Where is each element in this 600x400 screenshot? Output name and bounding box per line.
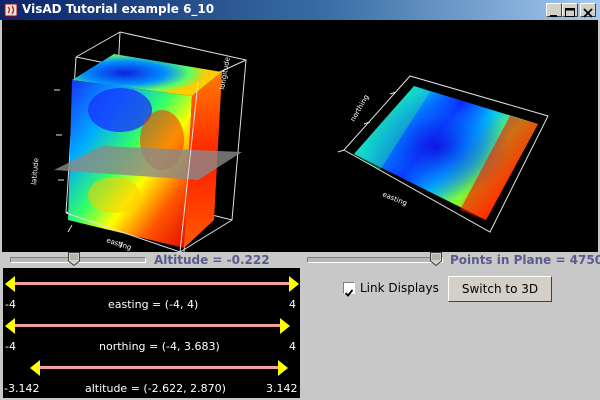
northing-range-bar [9, 324, 285, 327]
easting-min-label: -4 [5, 298, 16, 311]
axis-label-latitude: latitude [30, 158, 40, 185]
northing-min-label: -4 [5, 340, 16, 353]
axis-label-northing: northing [349, 93, 371, 123]
easting-range-bar [9, 282, 293, 285]
easting-low-handle[interactable] [5, 276, 15, 292]
minimize-icon [550, 15, 557, 17]
altitude-min-label: -3.142 [4, 382, 40, 395]
northing-range-slider[interactable] [3, 318, 300, 334]
altitude-high-handle[interactable] [278, 360, 288, 376]
easting-range-slider[interactable] [3, 276, 300, 292]
close-icon [583, 8, 593, 18]
display-2d-scene: northing easting [337, 75, 549, 233]
northing-high-handle[interactable] [280, 318, 290, 334]
altitude-low-handle[interactable] [30, 360, 40, 376]
easting-range-label: easting = (-4, 4) [108, 298, 199, 311]
easting-high-handle[interactable] [289, 276, 299, 292]
easting-max-label: 4 [289, 298, 296, 311]
altitude-value-label: Altitude = -0.222 [154, 253, 270, 267]
altitude-range-bar [35, 366, 283, 369]
maximize-icon [565, 8, 575, 17]
display-3d-scene: latitude easting longitude [30, 31, 247, 252]
altitude-max-label: 3.142 [266, 382, 298, 395]
altitude-slider-thumb[interactable] [68, 252, 80, 266]
northing-max-label: 4 [289, 340, 296, 353]
altitude-range-label: altitude = (-2.622, 2.870) [85, 382, 226, 395]
checkmark-icon [344, 289, 354, 297]
points-slider-thumb[interactable] [430, 252, 442, 266]
northing-low-handle[interactable] [5, 318, 15, 334]
switch-to-3d-button[interactable]: Switch to 3D [448, 276, 552, 302]
altitude-range-slider[interactable] [3, 360, 300, 376]
range-slider-panel: -4 easting = (-4, 4) 4 -4 northing = (-4… [3, 268, 300, 398]
maximize-button[interactable] [562, 3, 578, 17]
java-app-icon [4, 3, 18, 17]
display-2d-canvas[interactable]: northing easting [300, 20, 598, 252]
close-button[interactable] [580, 3, 596, 18]
northing-range-label: northing = (-4, 3.683) [99, 340, 220, 353]
minimize-button[interactable] [546, 3, 562, 17]
link-displays-label[interactable]: Link Displays [360, 281, 439, 295]
window-title: VisAD Tutorial example 6_10 [22, 2, 215, 16]
display-3d-canvas[interactable]: latitude easting longitude [2, 20, 300, 252]
title-bar[interactable]: VisAD Tutorial example 6_10 [0, 0, 600, 20]
axis-label-longitude: longitude [218, 56, 232, 90]
axis-label-easting: easting [105, 236, 132, 252]
axis-label-easting-2d: easting [381, 190, 408, 207]
points-value-label: Points in Plane = 47501 [450, 253, 600, 267]
link-displays-checkbox[interactable] [343, 282, 355, 297]
points-slider-track[interactable] [307, 257, 443, 263]
